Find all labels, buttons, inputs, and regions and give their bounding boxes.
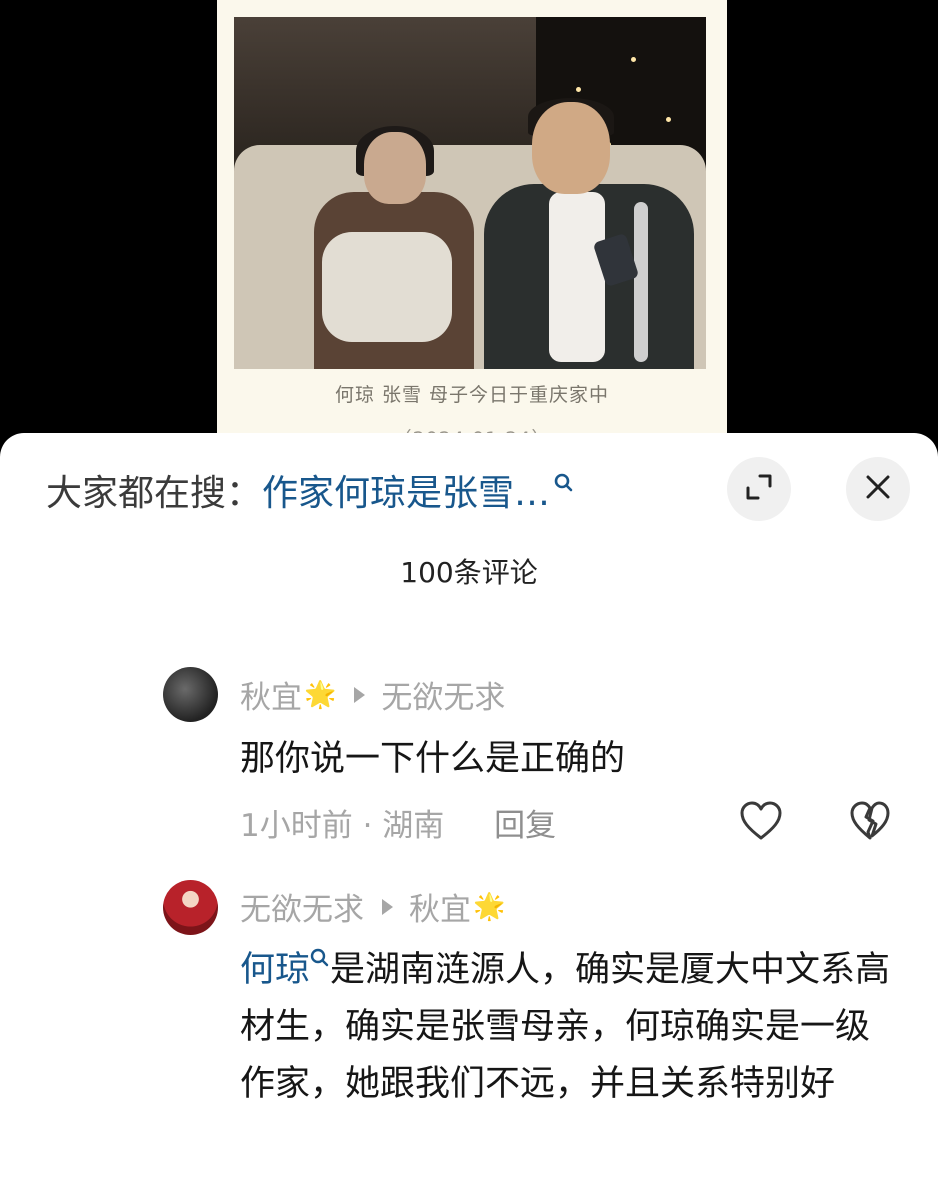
keyword-link[interactable]: 何琼 [240,950,310,990]
comment-reply-to[interactable]: 秋宜 [409,884,471,929]
trending-search-prefix: 大家都在搜： [46,473,263,514]
avatar[interactable] [163,880,218,935]
article-photo-card: 何琼 张雪 母子今日于重庆家中 （2024.01.24） [217,0,727,450]
reply-arrow-icon [354,686,366,703]
reply-button[interactable]: 回复 [494,808,556,844]
comment-text: 那你说一下什么是正确的 [240,739,626,779]
comment-time: 1小时前 · 湖南 [240,808,445,844]
avatar[interactable] [163,667,218,722]
comment-meta: 无欲无求 秋宜 🌟 [240,884,505,929]
author-badge-icon: 🌟 [304,679,337,710]
search-icon [310,948,330,990]
comment-reply-to[interactable]: 无欲无求 [381,672,505,717]
photo-caption: 何琼 张雪 母子今日于重庆家中 [334,384,610,406]
photo-man [474,98,704,369]
dislike-icon[interactable] [848,800,892,842]
reply-arrow-icon [382,898,393,915]
article-photo [234,17,706,369]
comment-meta: 秋宜 🌟 无欲无求 [240,672,505,717]
comment-footer: 1小时前 · 湖南 回复 [240,800,556,845]
comment-item: 秋宜 🌟 无欲无求 那你说一下什么是正确的 1小时前 · 湖南 回复 [0,667,938,867]
photo-woman [294,126,474,369]
search-icon [554,467,574,493]
close-icon [864,473,892,505]
comment-text: 何琼 是湖南涟源人，确实是厦大中文系高材生，确实是张雪母亲，何琼确实是一级作家，她… [240,948,891,1104]
comment-author[interactable]: 无欲无求 [240,884,364,929]
comment-count: 100条评论 [400,556,538,589]
expand-button[interactable] [727,457,791,521]
comment-item: 无欲无求 秋宜 🌟 何琼 是湖南涟源人，确实是厦大中文系高材生，确实是张雪母亲，何… [0,880,938,1187]
comment-author[interactable]: 秋宜 [240,672,302,717]
expand-icon [743,471,775,507]
like-icon[interactable] [738,800,784,842]
reply-to-badge-icon: 🌟 [473,891,506,922]
close-button[interactable] [846,457,910,521]
comments-sheet: 大家都在搜： 作家何琼是张雪… 100条评论 秋宜 🌟 无欲无求 那你说一下什么… [0,433,938,1187]
trending-search[interactable]: 大家都在搜： 作家何琼是张雪… [46,464,574,516]
trending-search-term[interactable]: 作家何琼是张雪… [262,464,550,516]
